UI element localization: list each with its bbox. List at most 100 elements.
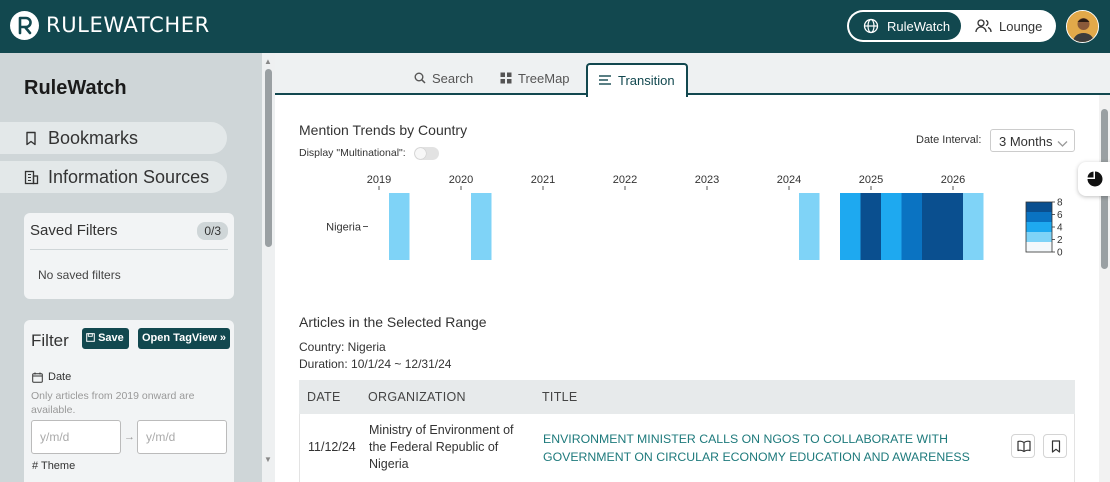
duration-line: Duration: 10/1/24 ~ 12/31/24 <box>299 357 452 371</box>
date-label-text: Date <box>48 371 72 383</box>
toggle-knob <box>415 148 426 159</box>
x-tick-label: 2023 <box>695 174 719 186</box>
date-note: Only articles from 2019 onward are avail… <box>31 390 195 416</box>
mode-lounge-button[interactable]: Lounge <box>969 12 1054 40</box>
sidebar-item-bookmarks[interactable]: Bookmarks <box>0 122 227 154</box>
article-organization: Ministry of Environment of the Federal R… <box>369 423 514 471</box>
chevron-down-icon <box>1057 136 1068 151</box>
sidebar-item-label: Information Sources <box>48 167 210 187</box>
trends-title: Mention Trends by Country <box>299 122 468 138</box>
top-bar: RULEWATCHER RuleWatch Lounge <box>0 0 1110 53</box>
legend-tick-label: 6 <box>1057 210 1063 221</box>
theme-section-label: # Theme <box>32 460 76 472</box>
article-title-link[interactable]: ENVIRONMENT MINISTER CALLS ON NGOS TO CO… <box>543 430 983 466</box>
heatmap-cell[interactable] <box>860 193 882 260</box>
heatmap-cell[interactable] <box>901 193 923 260</box>
tab-transition[interactable]: Transition <box>586 63 688 97</box>
legend-swatch <box>1026 202 1052 213</box>
chevrons-right-icon: » <box>219 332 226 344</box>
main-scrollbar[interactable] <box>1099 95 1110 482</box>
save-filter-label: Save <box>98 332 124 344</box>
heatmap-cell[interactable] <box>922 193 943 260</box>
bookmark-icon <box>24 130 38 151</box>
interval-value: 3 Months <box>999 134 1053 149</box>
heatmap-cell[interactable] <box>942 193 964 260</box>
legend-swatch <box>1026 222 1052 233</box>
grid-icon <box>500 72 512 87</box>
heatmap-cell[interactable] <box>963 193 984 260</box>
legend-swatch <box>1026 242 1052 253</box>
calendar-icon <box>32 372 43 386</box>
legend-tick-label: 2 <box>1057 235 1063 246</box>
articles-title: Articles in the Selected Range <box>299 314 487 330</box>
heatmap-cell[interactable] <box>389 193 410 260</box>
help-button[interactable] <box>1078 162 1110 196</box>
list-icon <box>599 74 612 89</box>
globe-icon <box>863 18 879 37</box>
legend-swatch <box>1026 232 1052 243</box>
column-header-date: DATE <box>307 390 341 404</box>
mode-lounge-label: Lounge <box>999 19 1043 34</box>
x-tick-label: 2026 <box>941 174 965 186</box>
mode-rulewatch-label: RuleWatch <box>887 19 951 34</box>
column-header-organization: ORGANIZATION <box>368 390 466 404</box>
building-icon <box>24 169 39 190</box>
search-icon <box>414 72 426 87</box>
date-from-input[interactable] <box>31 420 121 454</box>
scroll-up-icon[interactable]: ▲ <box>264 57 272 66</box>
tab-label: Search <box>432 71 474 86</box>
heatmap-cell[interactable] <box>840 193 861 260</box>
date-to-input[interactable] <box>137 420 227 454</box>
multinational-toggle[interactable] <box>414 147 439 160</box>
mode-switch: RuleWatch Lounge <box>847 10 1056 42</box>
mode-rulewatch-button[interactable]: RuleWatch <box>849 12 961 40</box>
open-tagview-button[interactable]: Open TagView » <box>138 328 230 349</box>
sidebar-scrollbar[interactable]: ▲ ▼ <box>262 53 275 482</box>
saved-filters-title: Saved Filters <box>30 222 118 239</box>
users-icon <box>975 18 992 37</box>
filter-title: Filter <box>31 331 69 350</box>
avatar[interactable] <box>1066 10 1099 43</box>
y-tick-label: Nigeria <box>326 222 362 234</box>
interval-select[interactable]: 3 Months <box>990 129 1075 152</box>
tab-label: TreeMap <box>518 71 570 86</box>
x-tick-label: 2024 <box>777 174 801 186</box>
heatmap-cell[interactable] <box>799 193 820 260</box>
save-icon <box>86 332 98 344</box>
multinational-label: Display "Multinational": <box>299 147 406 159</box>
open-article-button[interactable] <box>1011 434 1035 458</box>
scroll-down-icon[interactable]: ▼ <box>264 455 272 464</box>
table-row: 11/12/24 Ministry of Environment of the … <box>299 414 1075 482</box>
divider <box>30 249 228 250</box>
x-tick-label: 2022 <box>613 174 637 186</box>
article-date: 11/12/24 <box>308 440 356 454</box>
legend-tick-label: 4 <box>1057 223 1063 234</box>
tab-label: Transition <box>618 73 675 88</box>
mention-heatmap: 2019 2020 2021 2022 2023 2024 2025 2026 Nigeria… <box>326 174 1063 260</box>
country-line: Country: Nigeria <box>299 340 386 354</box>
legend-tick-label: 8 <box>1057 198 1063 209</box>
heatmap-cell[interactable] <box>471 193 492 260</box>
legend-swatch <box>1026 212 1052 223</box>
interval-label: Date Interval: <box>916 134 982 146</box>
sidebar-title: RuleWatch <box>24 77 127 99</box>
logo-icon <box>10 11 39 40</box>
save-filter-button[interactable]: Save <box>82 328 129 349</box>
open-tagview-label: Open TagView <box>142 332 217 344</box>
sidebar-item-information-sources[interactable]: Information Sources <box>0 161 227 193</box>
sidebar-item-label: Bookmarks <box>48 128 139 148</box>
saved-filters-empty: No saved filters <box>38 268 121 282</box>
app-name: RULEWATCHER <box>46 13 210 37</box>
x-tick-label: 2020 <box>449 174 473 186</box>
sidebar-scroll-thumb[interactable] <box>265 69 272 247</box>
x-tick-label: 2025 <box>859 174 883 186</box>
heatmap-cell[interactable] <box>881 193 902 260</box>
saved-filters-card: Saved Filters 0/3 No saved filters <box>24 213 234 299</box>
bookmark-article-button[interactable] <box>1043 434 1067 458</box>
column-header-title: TITLE <box>542 390 578 404</box>
filter-card: Filter Save Open TagView » Date Only art… <box>24 320 234 482</box>
arrow-right-icon: → <box>124 431 135 443</box>
view-tabs: Search TreeMap Transition <box>275 53 1110 97</box>
saved-filters-count: 0/3 <box>197 222 228 240</box>
legend-tick-label: 0 <box>1057 248 1063 259</box>
